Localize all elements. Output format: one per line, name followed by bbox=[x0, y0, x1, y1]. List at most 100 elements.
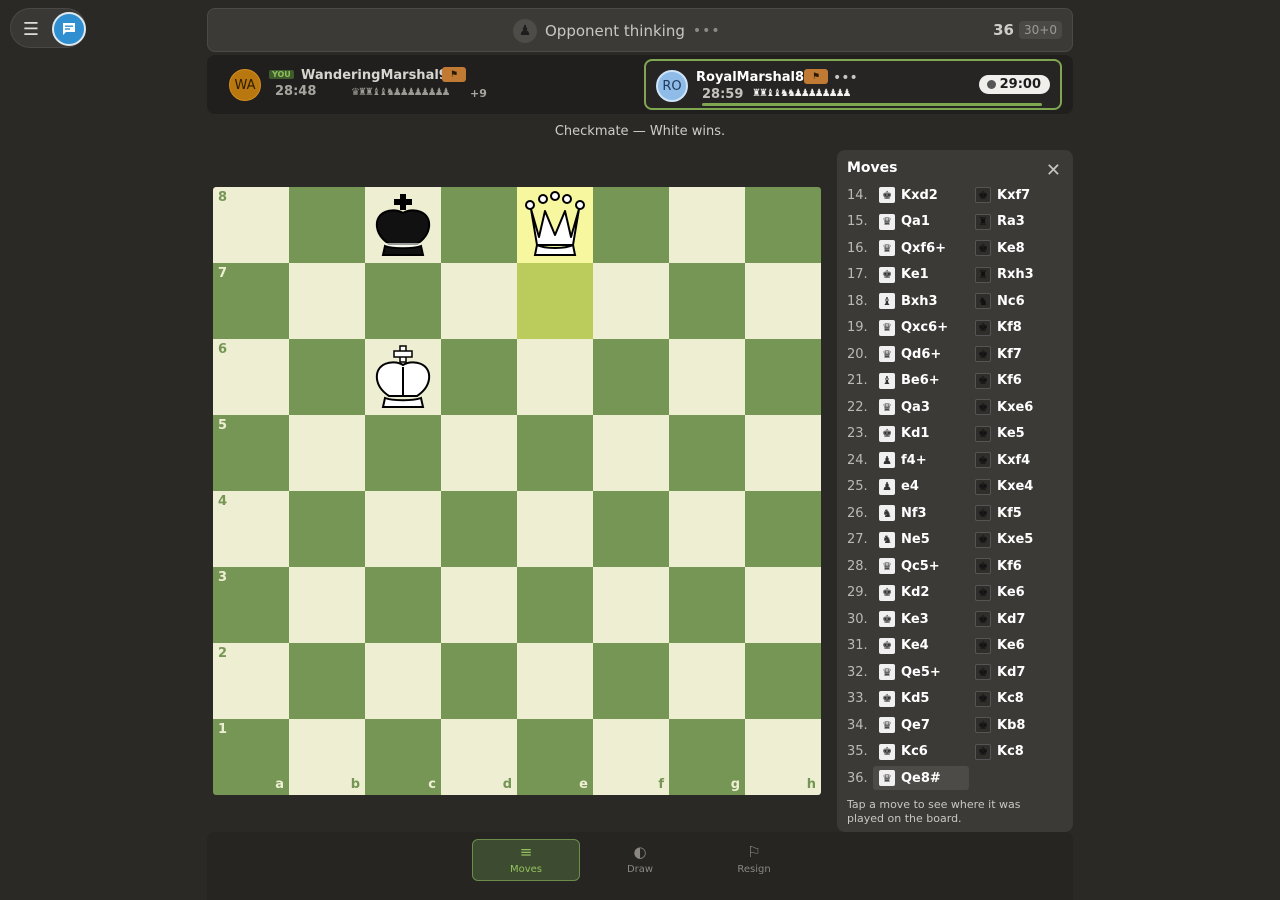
black-move[interactable]: ♚ Ke6 bbox=[969, 634, 1063, 658]
square-a7[interactable]: 7 bbox=[213, 263, 289, 339]
square-d5[interactable] bbox=[441, 415, 517, 491]
square-e5[interactable] bbox=[517, 415, 593, 491]
square-a1[interactable]: 1a bbox=[213, 719, 289, 795]
square-g2[interactable] bbox=[669, 643, 745, 719]
black-move[interactable]: ♚ Kb8 bbox=[969, 713, 1063, 737]
square-d8[interactable] bbox=[441, 187, 517, 263]
square-f5[interactable] bbox=[593, 415, 669, 491]
square-c7[interactable] bbox=[365, 263, 441, 339]
square-g4[interactable] bbox=[669, 491, 745, 567]
square-f1[interactable]: f bbox=[593, 719, 669, 795]
square-g5[interactable] bbox=[669, 415, 745, 491]
square-c8[interactable] bbox=[365, 187, 441, 263]
black-move[interactable]: ♚ Kf8 bbox=[969, 316, 1063, 340]
black-move[interactable]: ♚ Ke8 bbox=[969, 236, 1063, 260]
white-move[interactable]: ♚ Ke4 bbox=[873, 634, 969, 658]
black-king-piece[interactable] bbox=[371, 191, 435, 259]
black-move[interactable]: ♞ Nc6 bbox=[969, 289, 1063, 313]
black-move[interactable]: ♚ Ke6 bbox=[969, 581, 1063, 605]
black-move[interactable]: ♚ Ke5 bbox=[969, 422, 1063, 446]
square-e3[interactable] bbox=[517, 567, 593, 643]
white-move[interactable]: ♛ Qe5+ bbox=[873, 660, 969, 684]
white-move[interactable]: ♛ Qc5+ bbox=[873, 554, 969, 578]
square-e2[interactable] bbox=[517, 643, 593, 719]
chess-board[interactable]: 87654321abcdefgh bbox=[213, 187, 821, 795]
square-a4[interactable]: 4 bbox=[213, 491, 289, 567]
white-move[interactable]: ♛ Qe8# bbox=[873, 766, 969, 791]
white-move[interactable]: ♚ Kd2 bbox=[873, 581, 969, 605]
square-b3[interactable] bbox=[289, 567, 365, 643]
square-g8[interactable] bbox=[669, 187, 745, 263]
square-f8[interactable] bbox=[593, 187, 669, 263]
square-c5[interactable] bbox=[365, 415, 441, 491]
white-move[interactable]: ♛ Qxc6+ bbox=[873, 316, 969, 340]
black-move[interactable]: ♚ Kd7 bbox=[969, 660, 1063, 684]
white-queen-piece[interactable] bbox=[523, 191, 587, 259]
square-g3[interactable] bbox=[669, 567, 745, 643]
white-move[interactable]: ♞ Nf3 bbox=[873, 501, 969, 525]
black-move[interactable]: ♚ Kxf7 bbox=[969, 183, 1063, 207]
square-h4[interactable] bbox=[745, 491, 821, 567]
square-f6[interactable] bbox=[593, 339, 669, 415]
black-move[interactable]: ♚ Kf6 bbox=[969, 369, 1063, 393]
black-move[interactable]: ♚ Kf7 bbox=[969, 342, 1063, 366]
white-move[interactable]: ♛ Qa1 bbox=[873, 210, 969, 234]
square-c6[interactable] bbox=[365, 339, 441, 415]
player-card-opponent[interactable]: RO RoyalMarshal823 ⚑ ••• 28:59 ♜♜♝♝♞♞♟♟♟… bbox=[644, 59, 1062, 110]
square-b6[interactable] bbox=[289, 339, 365, 415]
square-e1[interactable]: e bbox=[517, 719, 593, 795]
square-g6[interactable] bbox=[669, 339, 745, 415]
square-b1[interactable]: b bbox=[289, 719, 365, 795]
square-d3[interactable] bbox=[441, 567, 517, 643]
white-move[interactable]: ♚ Ke1 bbox=[873, 263, 969, 287]
square-d6[interactable] bbox=[441, 339, 517, 415]
square-h7[interactable] bbox=[745, 263, 821, 339]
square-h8[interactable] bbox=[745, 187, 821, 263]
square-a2[interactable]: 2 bbox=[213, 643, 289, 719]
black-move[interactable]: ♚ Kf6 bbox=[969, 554, 1063, 578]
white-move[interactable]: ♝ Bxh3 bbox=[873, 289, 969, 313]
square-c1[interactable]: c bbox=[365, 719, 441, 795]
square-f7[interactable] bbox=[593, 263, 669, 339]
white-move[interactable]: ♚ Kxd2 bbox=[873, 183, 969, 207]
square-e7[interactable] bbox=[517, 263, 593, 339]
square-b5[interactable] bbox=[289, 415, 365, 491]
black-move[interactable]: ♚ Kxe5 bbox=[969, 528, 1063, 552]
square-c3[interactable] bbox=[365, 567, 441, 643]
white-move[interactable]: ♟ f4+ bbox=[873, 448, 969, 472]
square-e8[interactable] bbox=[517, 187, 593, 263]
hamburger-menu-icon[interactable]: ☰ bbox=[19, 17, 43, 41]
square-d2[interactable] bbox=[441, 643, 517, 719]
square-c2[interactable] bbox=[365, 643, 441, 719]
square-d7[interactable] bbox=[441, 263, 517, 339]
black-move[interactable]: ♚ Kd7 bbox=[969, 607, 1063, 631]
resign-button[interactable]: ⚐ Resign bbox=[700, 839, 808, 881]
square-a6[interactable]: 6 bbox=[213, 339, 289, 415]
square-h1[interactable]: h bbox=[745, 719, 821, 795]
square-b8[interactable] bbox=[289, 187, 365, 263]
square-b2[interactable] bbox=[289, 643, 365, 719]
square-h6[interactable] bbox=[745, 339, 821, 415]
tab-moves[interactable]: ≡ Moves bbox=[472, 839, 580, 881]
square-e4[interactable] bbox=[517, 491, 593, 567]
square-f4[interactable] bbox=[593, 491, 669, 567]
square-d4[interactable] bbox=[441, 491, 517, 567]
more-options-icon[interactable]: ••• bbox=[833, 70, 858, 86]
close-icon[interactable]: ✕ bbox=[1046, 160, 1061, 181]
white-move[interactable]: ♛ Qxf6+ bbox=[873, 236, 969, 260]
white-move[interactable]: ♞ Ne5 bbox=[873, 528, 969, 552]
black-move[interactable]: ♚ Kxf4 bbox=[969, 448, 1063, 472]
square-f3[interactable] bbox=[593, 567, 669, 643]
black-move[interactable]: ♚ Kc8 bbox=[969, 740, 1063, 764]
square-f2[interactable] bbox=[593, 643, 669, 719]
square-b7[interactable] bbox=[289, 263, 365, 339]
black-move[interactable]: ♚ Kxe6 bbox=[969, 395, 1063, 419]
black-move[interactable]: ♜ Ra3 bbox=[969, 210, 1063, 234]
draw-button[interactable]: ◐ Draw bbox=[586, 839, 694, 881]
white-move[interactable]: ♚ Kd5 bbox=[873, 687, 969, 711]
black-move[interactable]: ♜ Rxh3 bbox=[969, 263, 1063, 287]
black-move[interactable]: ♚ Kxe4 bbox=[969, 475, 1063, 499]
square-h2[interactable] bbox=[745, 643, 821, 719]
chat-button[interactable] bbox=[52, 12, 86, 46]
white-move[interactable]: ♛ Qa3 bbox=[873, 395, 969, 419]
